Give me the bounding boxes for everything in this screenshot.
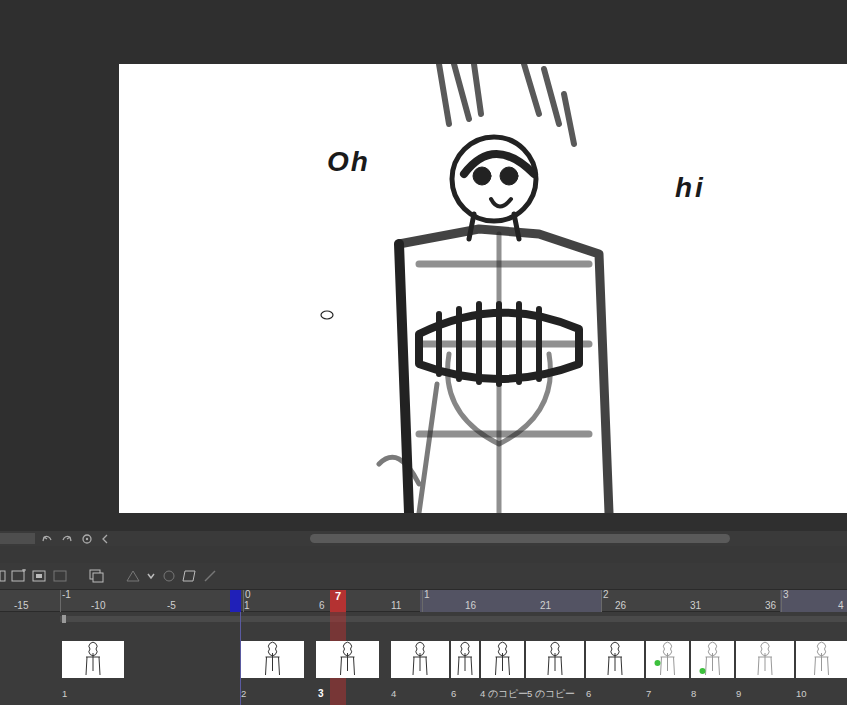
canvas-area: Oh hi bbox=[0, 0, 847, 531]
zoom-field[interactable] bbox=[0, 533, 35, 544]
timesheet-icon[interactable] bbox=[182, 569, 198, 583]
second-tick bbox=[60, 590, 61, 612]
cel-thumbnail[interactable] bbox=[646, 641, 689, 678]
track-range-bar bbox=[60, 616, 847, 622]
timeline-ruler[interactable]: -10123-15-10-51611162126313647 bbox=[0, 590, 847, 612]
cel-label[interactable]: 7 bbox=[646, 688, 651, 700]
second-tick bbox=[601, 590, 602, 612]
cel-sketch-icon bbox=[736, 641, 794, 678]
cel-thumbnail[interactable] bbox=[586, 641, 644, 678]
cel-thumbnail[interactable] bbox=[62, 641, 124, 678]
cel-thumbnail[interactable] bbox=[736, 641, 794, 678]
cel-label[interactable]: 2 bbox=[241, 688, 246, 700]
drawing-canvas[interactable]: Oh hi bbox=[119, 64, 847, 513]
cel-sketch-icon bbox=[691, 641, 734, 678]
frame-label: -10 bbox=[91, 600, 105, 612]
second-label: 2 bbox=[603, 589, 609, 601]
cel-sketch-icon bbox=[796, 641, 847, 678]
undo-icon[interactable] bbox=[41, 534, 53, 544]
cel-label[interactable]: 4 のコピー bbox=[480, 688, 528, 700]
panel-separator bbox=[0, 546, 847, 563]
cel-thumbnail[interactable] bbox=[796, 641, 847, 678]
canvas-scroll-bar bbox=[0, 531, 847, 546]
cel-sketch-icon bbox=[586, 641, 644, 678]
cel-sketch-icon bbox=[451, 641, 479, 678]
specify-cel-icon[interactable] bbox=[32, 569, 48, 583]
handwritten-note: Oh bbox=[323, 144, 374, 180]
frame-label: -5 bbox=[167, 600, 176, 612]
keyframe-icon[interactable] bbox=[125, 569, 141, 583]
second-label: 1 bbox=[424, 589, 430, 601]
frame-label: 31 bbox=[690, 600, 701, 612]
second-label: -1 bbox=[62, 589, 71, 601]
frame-label: -15 bbox=[14, 600, 28, 612]
reset-rotation-icon[interactable] bbox=[81, 534, 93, 544]
second-tick bbox=[781, 590, 782, 612]
chevron-left-icon[interactable] bbox=[101, 534, 109, 544]
cel-label[interactable]: 6 bbox=[451, 688, 456, 700]
cel-label[interactable]: 6 bbox=[586, 688, 591, 700]
handwritten-note: hi bbox=[671, 170, 710, 206]
current-frame-marker[interactable]: 7 bbox=[330, 590, 346, 612]
range-handle[interactable] bbox=[62, 615, 66, 623]
cel-sketch-icon bbox=[646, 641, 689, 678]
cel-thumbnail[interactable] bbox=[241, 641, 304, 678]
cel-sketch-icon bbox=[241, 641, 304, 678]
add-frame-icon[interactable] bbox=[0, 569, 6, 583]
cel-sketch-icon bbox=[526, 641, 584, 678]
second-tick bbox=[422, 590, 423, 612]
cel-sketch-icon bbox=[316, 641, 379, 678]
ruler-band bbox=[420, 590, 602, 612]
redo-icon[interactable] bbox=[61, 534, 73, 544]
cel-sketch-icon bbox=[481, 641, 524, 678]
frame-label: 16 bbox=[465, 600, 476, 612]
timeline-toolbar bbox=[0, 563, 847, 590]
enable-keyframes-icon[interactable] bbox=[161, 569, 177, 583]
cel-label[interactable]: 4 bbox=[391, 688, 396, 700]
cel-sketch-icon bbox=[62, 641, 124, 678]
second-label: 0 bbox=[245, 589, 251, 601]
scroll-thumb[interactable] bbox=[310, 534, 730, 543]
frame-label: 26 bbox=[615, 600, 626, 612]
cel-label[interactable]: 1 bbox=[62, 688, 67, 700]
ruler-band bbox=[780, 590, 847, 612]
cel-label[interactable]: 3 bbox=[318, 688, 324, 700]
cel-thumbnail[interactable] bbox=[526, 641, 584, 678]
start-marker[interactable] bbox=[230, 590, 241, 612]
cel-label[interactable]: 9 bbox=[736, 688, 741, 700]
cel-thumbnail[interactable] bbox=[391, 641, 449, 678]
cel-label[interactable]: 8 bbox=[691, 688, 696, 700]
frame-label: 4 bbox=[838, 600, 844, 612]
frame-label: 11 bbox=[391, 600, 401, 612]
cel-label[interactable]: 5 のコピー bbox=[527, 688, 575, 700]
frame-label: 6 bbox=[319, 600, 325, 612]
onion-skin-icon[interactable] bbox=[89, 569, 105, 583]
cel-thumbnail[interactable] bbox=[691, 641, 734, 678]
cel-thumbnail[interactable] bbox=[451, 641, 479, 678]
new-cel-icon[interactable] bbox=[11, 569, 27, 583]
cel-thumbnail[interactable] bbox=[481, 641, 524, 678]
frame-label: 36 bbox=[765, 600, 776, 612]
cel-track[interactable]: 1 2 3 4 6 4 のコピー5 のコピー 6 7 8 9 10 bbox=[0, 612, 847, 705]
cel-thumbnail[interactable] bbox=[316, 641, 379, 678]
pen-icon[interactable] bbox=[203, 569, 217, 583]
sketch-figure-icon bbox=[119, 64, 847, 513]
frame-label: 21 bbox=[540, 600, 551, 612]
delete-cel-icon[interactable] bbox=[53, 569, 69, 583]
dropdown-arrow-icon[interactable] bbox=[146, 569, 156, 583]
second-label: 3 bbox=[783, 589, 789, 601]
second-tick bbox=[243, 590, 244, 612]
cel-label[interactable]: 10 bbox=[796, 688, 807, 700]
frame-label: 1 bbox=[244, 600, 250, 612]
cel-sketch-icon bbox=[391, 641, 449, 678]
